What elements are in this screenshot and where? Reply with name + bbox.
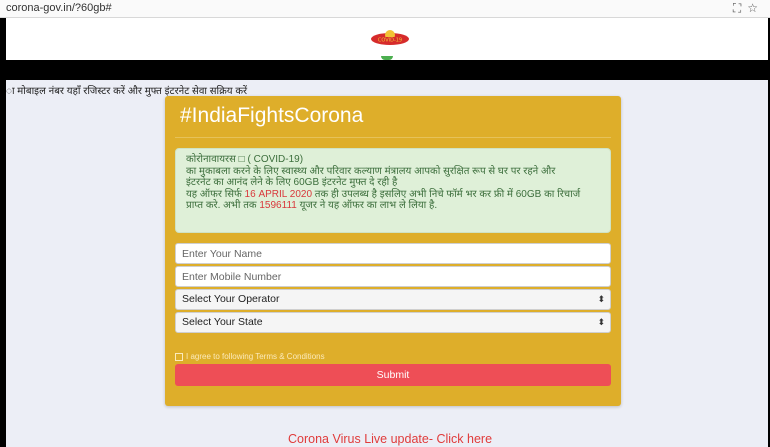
browser-frame: corona-gov.in/?60gb# ⛶☆ COVID-19 ा मोबाइ… (0, 0, 770, 447)
info-line: प्राप्त करे. अभी तक 1596111 यूजर ने यह ऑ… (186, 200, 438, 211)
terms-checkbox-row[interactable]: I agree to following Terms & Conditions (175, 352, 325, 361)
logo-text: COVID-19 (378, 38, 402, 44)
info-line: का मुकाबला करने के लिए स्वास्थ्य और परिव… (186, 165, 556, 177)
offer-date: 16 APRIL 2020 (244, 188, 313, 200)
info-line: कोरोनावायरस □ ( COVID-19) (186, 154, 304, 165)
operator-select[interactable]: Select Your Operator ⬍ (175, 289, 611, 310)
live-update-link[interactable]: Corona Virus Live update- Click here (288, 432, 492, 446)
ticker-text: ा मोबाइल नंबर यहाँ रजिस्टर करें और मुफ्त… (6, 86, 248, 97)
info-line: इंटरनेट का आनंद लेने के लिए 60GB इंटरनेट… (186, 177, 398, 188)
address-bar[interactable]: corona-gov.in/?60gb# ⛶☆ (0, 0, 770, 18)
offer-card: #IndiaFightsCorona कोरोनावायरस □ ( COVID… (165, 96, 621, 406)
card-title: #IndiaFightsCorona (180, 104, 364, 127)
name-input[interactable] (175, 243, 611, 264)
url-text[interactable]: corona-gov.in/?60gb# (6, 2, 112, 14)
state-select-value: Select Your State (182, 316, 263, 328)
info-alert: कोरोनावायरस □ ( COVID-19) का मुकाबला करन… (175, 148, 611, 233)
terms-label: I agree to following Terms & Conditions (186, 352, 325, 361)
submit-button[interactable]: Submit (175, 364, 611, 386)
site-header: COVID-19 (6, 18, 768, 60)
covid-logo: COVID-19 (371, 30, 409, 45)
user-count: 1596111 (259, 200, 297, 211)
star-icon[interactable]: ☆ (747, 1, 764, 15)
info-line: यह ऑफर सिर्फ 16 APRIL 2020 तक ही उपलब्ध … (186, 188, 581, 200)
divider (175, 137, 611, 138)
state-select[interactable]: Select Your State ⬍ (175, 312, 611, 333)
select-arrows-icon: ⬍ (597, 294, 605, 304)
nav-bar (6, 60, 768, 80)
translate-icon[interactable]: ⛶ (733, 1, 747, 15)
operator-select-value: Select Your Operator (182, 293, 280, 305)
select-arrows-icon: ⬍ (597, 317, 605, 327)
terms-checkbox[interactable] (175, 352, 183, 361)
main-content: ा मोबाइल नंबर यहाँ रजिस्टर करें और मुफ्त… (6, 80, 768, 447)
mobile-input[interactable] (175, 266, 611, 287)
